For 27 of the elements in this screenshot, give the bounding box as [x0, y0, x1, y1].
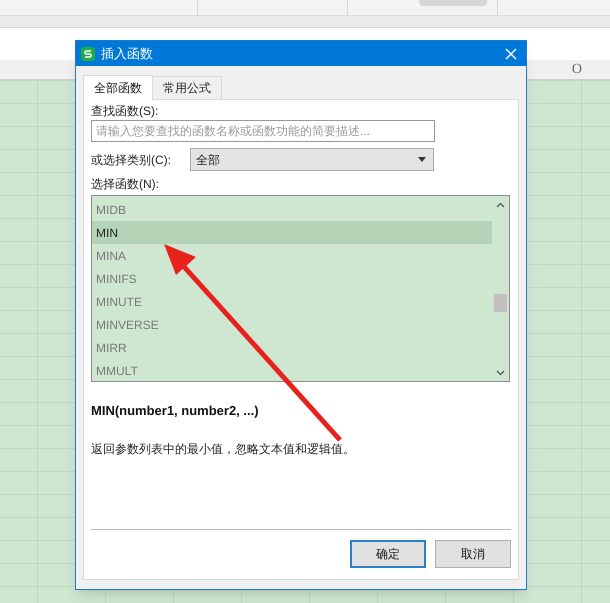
- function-item[interactable]: MINVERSE: [92, 313, 492, 336]
- scroll-up-icon[interactable]: [496, 202, 505, 208]
- function-item[interactable]: MIDB: [92, 198, 492, 221]
- function-item[interactable]: MINUTE: [92, 290, 492, 313]
- close-icon[interactable]: [505, 48, 517, 60]
- tab[interactable]: 全部函数: [83, 75, 153, 100]
- scroll-down-icon[interactable]: [496, 370, 505, 376]
- search-field[interactable]: 请输入您要查找的函数名称或函数功能的简要描述...: [91, 120, 435, 142]
- field-label: 或选择类别(C):: [91, 152, 172, 168]
- dropdown-arrow-icon: [418, 157, 426, 162]
- window-title: 插入函数: [101, 44, 153, 63]
- tab[interactable]: 常用公式: [153, 76, 222, 99]
- function-signature: MIN(number1, number2, ...): [91, 402, 260, 420]
- app-logo-icon: [81, 46, 95, 60]
- dialog-button[interactable]: 取消: [435, 540, 511, 568]
- dialog-button[interactable]: 确定: [350, 540, 426, 568]
- function-item[interactable]: MIN: [92, 221, 492, 244]
- column-header[interactable]: O: [572, 59, 582, 80]
- function-description: 返回参数列表中的最小值，忽略文本值和逻辑值。: [91, 440, 356, 458]
- field-label: 查找函数(S):: [91, 103, 160, 119]
- category-dropdown[interactable]: 全部: [190, 148, 434, 171]
- function-item[interactable]: MINIFS: [92, 267, 492, 290]
- function-item[interactable]: MINA: [92, 244, 492, 267]
- field-label: 选择函数(N):: [91, 176, 160, 192]
- function-item[interactable]: MIRR: [92, 336, 492, 359]
- scrollbar-thumb[interactable]: [494, 294, 507, 312]
- function-item[interactable]: MMULT: [92, 359, 492, 382]
